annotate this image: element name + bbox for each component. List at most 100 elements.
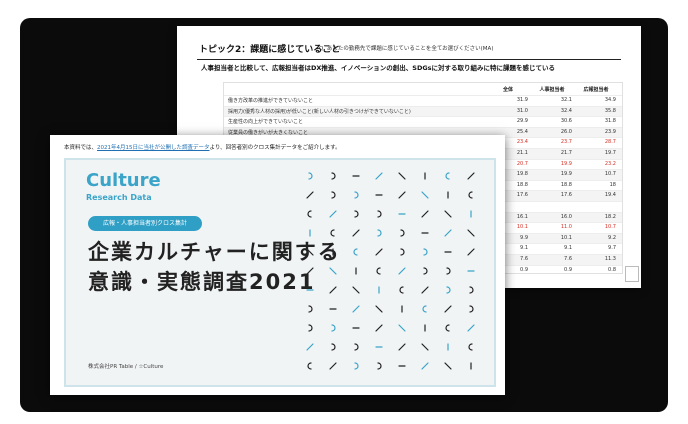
survey-data-link[interactable]: 2021年4月15日に当社が公開した調査データ xyxy=(97,145,210,151)
pattern-glyph xyxy=(354,362,359,370)
row-value: 18.2 xyxy=(604,213,616,220)
pattern-glyph xyxy=(352,229,360,237)
screenshot-stage: トピック2：課題に感じていること Q. あなたの勤務先で課題に感じていることを全… xyxy=(0,0,688,424)
pattern-glyph xyxy=(398,191,406,199)
pattern-glyph xyxy=(329,210,337,218)
column-header-pr: 広報担当者 xyxy=(583,87,609,93)
pattern-glyph xyxy=(444,362,452,370)
pattern-glyph xyxy=(329,267,337,275)
pattern-glyph xyxy=(446,286,451,294)
row-value: 21.7 xyxy=(560,150,572,156)
row-value: 23.7 xyxy=(560,139,572,146)
pattern-glyph xyxy=(446,267,451,275)
row-value: 23.9 xyxy=(604,128,616,135)
category-badge: 広報・人事担当者別クロス集計 xyxy=(88,216,202,231)
results-subtitle: 人事担当者と比較して、広報担当者はDX推進、イノベーションの創出、SDGsに対す… xyxy=(201,64,556,72)
row-value: 9.1 xyxy=(564,245,572,252)
pattern-glyph xyxy=(467,229,475,237)
row-value: 35.8 xyxy=(604,107,616,114)
row-value: 31.9 xyxy=(516,97,528,103)
row-label: 働き方改革の推進ができていないこと xyxy=(228,98,314,104)
pattern-glyph xyxy=(331,191,336,199)
intro-note: 本資料では、2021年4月15日に当社が公開した調査データより、回答者別のクロス… xyxy=(64,143,341,151)
row-value: 34.9 xyxy=(604,97,616,103)
row-value: 32.4 xyxy=(560,107,572,114)
pattern-glyph xyxy=(375,324,383,332)
row-value: 32.1 xyxy=(560,97,572,103)
pattern-glyph xyxy=(329,362,337,370)
row-value: 9.2 xyxy=(608,234,616,241)
pattern-glyph xyxy=(377,229,382,237)
pattern-glyph xyxy=(421,286,429,294)
brand-logo-subtitle: Research Data xyxy=(86,193,152,202)
pattern-glyph xyxy=(421,210,429,218)
report-cover-page: 本資料では、2021年4月15日に当社が公開した調査データより、回答者別のクロス… xyxy=(50,135,505,395)
report-title-line2: 意識・実態調査2021 xyxy=(88,270,316,294)
pattern-glyph xyxy=(376,267,381,275)
pattern-glyph xyxy=(444,229,452,237)
row-value: 29.9 xyxy=(516,118,528,125)
row-value: 30.6 xyxy=(560,118,572,125)
pattern-glyph xyxy=(400,229,405,237)
pattern-glyph xyxy=(423,248,428,256)
row-value: 19.7 xyxy=(604,150,616,156)
pattern-glyph xyxy=(398,172,406,180)
column-header-total: 全体 xyxy=(502,87,513,93)
pattern-glyph xyxy=(375,305,383,313)
row-value: 28.7 xyxy=(604,139,616,146)
table-row: 生産性の向上ができていないこと 29.9 30.6 31.8 xyxy=(224,116,622,127)
row-value: 19.9 xyxy=(560,171,572,178)
row-value: 18.8 xyxy=(560,181,572,188)
pattern-glyph xyxy=(306,343,314,351)
row-value: 23.2 xyxy=(604,160,616,167)
row-value: 9.7 xyxy=(608,245,616,252)
pattern-glyph xyxy=(308,324,313,332)
pattern-glyph xyxy=(467,248,475,256)
pattern-glyph xyxy=(469,286,474,294)
brand-logo-title: Culture xyxy=(86,170,161,191)
question-text: Q. あなたの勤務先で課題に感じていることを全てお選びください(MA) xyxy=(319,46,494,52)
pattern-glyph xyxy=(308,172,313,180)
pattern-glyph xyxy=(306,191,314,199)
pattern-glyph xyxy=(354,191,359,199)
pattern-glyph xyxy=(398,324,406,332)
heading-divider xyxy=(197,59,621,60)
row-value: 16.0 xyxy=(560,213,572,220)
pattern-glyph xyxy=(445,172,450,180)
pattern-glyph xyxy=(468,343,473,351)
pattern-glyph xyxy=(421,362,429,370)
pattern-glyph xyxy=(423,267,428,275)
pattern-glyph xyxy=(467,324,475,332)
row-value: 17.6 xyxy=(560,192,572,199)
row-value: 31.8 xyxy=(604,118,616,125)
row-value: 11.0 xyxy=(560,224,572,231)
pattern-glyph xyxy=(306,267,314,275)
intro-note-suffix: より、回答者別のクロス集計データをご紹介します。 xyxy=(209,145,341,151)
row-value: 10.1 xyxy=(560,234,572,241)
pattern-glyph xyxy=(354,210,359,218)
pattern-glyph xyxy=(400,248,405,256)
table-row: 働き方改革の推進ができていないこと 31.9 32.1 34.9 xyxy=(224,95,622,106)
pattern-glyph xyxy=(375,248,383,256)
pattern-glyph xyxy=(467,172,475,180)
pattern-glyph xyxy=(421,191,429,199)
pattern-glyph xyxy=(308,305,313,313)
column-header-hr: 人事担当者 xyxy=(539,87,565,93)
row-value: 10.7 xyxy=(604,171,616,178)
pattern-glyph xyxy=(354,343,359,351)
page-scroll-button[interactable] xyxy=(625,266,639,282)
row-value: 10.7 xyxy=(604,224,616,231)
row-value: 11.3 xyxy=(604,256,616,262)
row-value: 7.6 xyxy=(564,256,572,262)
row-value: 0.9 xyxy=(564,266,572,273)
row-value: 25.4 xyxy=(516,128,528,135)
pattern-glyph xyxy=(352,286,360,294)
row-value: 31.0 xyxy=(516,107,528,114)
pattern-glyph xyxy=(468,191,473,199)
pattern-glyph xyxy=(352,305,360,313)
pattern-glyph xyxy=(307,362,312,370)
pattern-glyph xyxy=(469,305,474,313)
pattern-glyph xyxy=(399,286,404,294)
pattern-glyph xyxy=(398,343,406,351)
row-value: 18 xyxy=(609,181,616,188)
